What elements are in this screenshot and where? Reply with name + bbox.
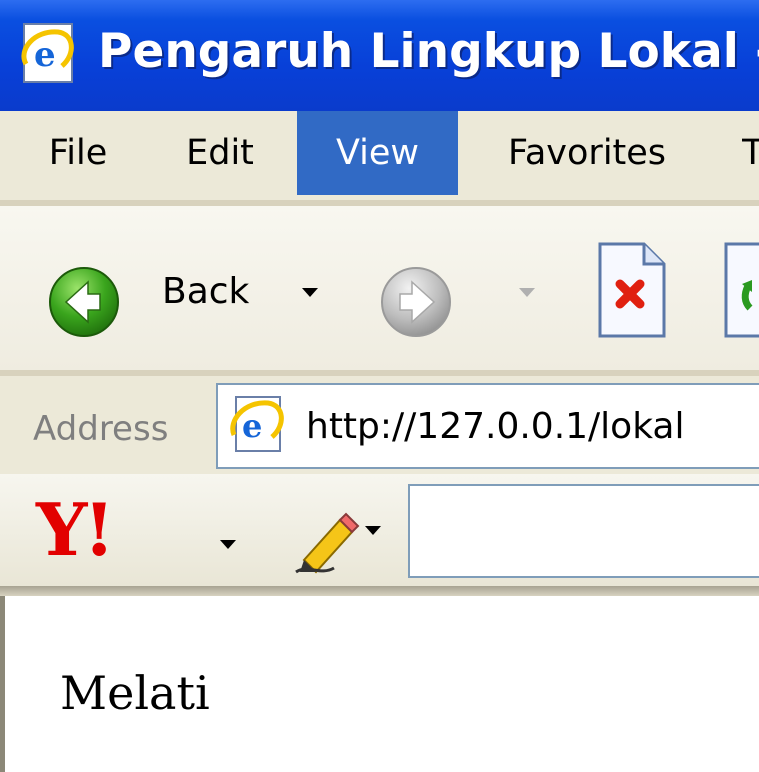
forward-dropdown-icon[interactable]: [519, 288, 535, 297]
pencil-dropdown-icon[interactable]: [365, 526, 381, 535]
menu-bar: File Edit View Favorites T: [0, 111, 759, 206]
menu-file[interactable]: File: [36, 111, 120, 195]
pencil-icon[interactable]: [294, 502, 364, 574]
menu-tools[interactable]: T: [742, 111, 759, 195]
refresh-icon[interactable]: [722, 240, 759, 340]
back-dropdown-icon[interactable]: [302, 288, 318, 297]
svg-text:e: e: [34, 35, 56, 75]
svg-text:e: e: [242, 407, 262, 445]
address-label: Address: [33, 409, 169, 449]
stop-icon[interactable]: [596, 240, 668, 340]
menu-edit[interactable]: Edit: [172, 111, 268, 195]
search-input[interactable]: [408, 484, 759, 578]
yahoo-dropdown-icon[interactable]: [220, 540, 236, 549]
forward-arrow-icon[interactable]: [380, 266, 452, 338]
page-text-melati: Melati: [60, 666, 210, 720]
yahoo-logo-icon[interactable]: Y!: [36, 494, 115, 566]
back-arrow-icon[interactable]: [48, 266, 120, 338]
window-titlebar[interactable]: e Pengaruh Lingkup Lokal -: [0, 0, 759, 111]
menu-favorites[interactable]: Favorites: [484, 111, 690, 195]
menu-view[interactable]: View: [297, 111, 458, 195]
ie-page-icon: e: [230, 396, 284, 452]
window-title: Pengaruh Lingkup Lokal -: [98, 24, 759, 79]
content-border: [0, 586, 759, 596]
address-url[interactable]: http://127.0.0.1/lokal: [306, 406, 684, 447]
back-button-label[interactable]: Back: [162, 271, 249, 312]
ie-page-icon: e: [21, 23, 74, 83]
